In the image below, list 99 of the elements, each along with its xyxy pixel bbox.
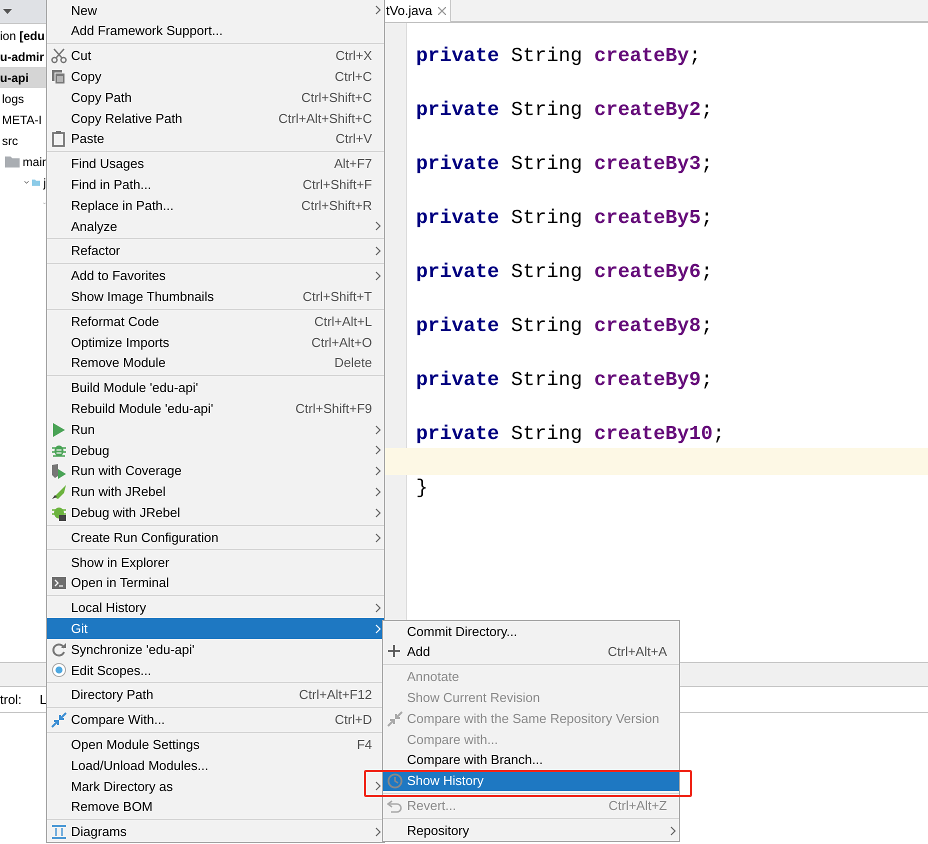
menu-item[interactable]: Find Usages Alt+F7 [47, 154, 384, 174]
shortcut-label: Ctrl+Alt+Z [608, 797, 667, 816]
shortcut-label: Ctrl+D [334, 711, 372, 730]
code-line: private String createBy9; [416, 369, 713, 391]
tree-item[interactable]: src [2, 132, 18, 150]
menu-item[interactable]: Add to Favorites [47, 266, 384, 286]
shortcut-label: Ctrl+Alt+L [314, 312, 372, 331]
dropdown-caret-icon[interactable] [3, 9, 12, 14]
coverage-icon [51, 463, 67, 480]
code-line: private String createBy2; [416, 99, 713, 121]
menu-item[interactable]: Replace in Path... Ctrl+Shift+R [47, 195, 384, 216]
menu-item[interactable]: Copy Path Ctrl+Shift+C [47, 87, 384, 108]
close-icon[interactable] [438, 7, 446, 15]
shortcut-label: Ctrl+Alt+Shift+C [278, 110, 372, 128]
menu-item[interactable]: New [47, 0, 384, 21]
shortcut-label: Ctrl+Alt+A [608, 643, 667, 662]
menu-item[interactable]: Run with Coverage [47, 460, 384, 482]
shortcut-label: Ctrl+C [334, 68, 372, 86]
menu-item[interactable]: Synchronize 'edu-api' [47, 639, 384, 660]
closing-brace: } [416, 477, 428, 499]
tree-item[interactable]: ion [edu [0, 26, 45, 44]
menu-item[interactable]: Remove BOM [47, 796, 384, 818]
menu-item[interactable]: Find in Path... Ctrl+Shift+F [47, 174, 384, 196]
menu-item[interactable]: Open in Terminal [47, 572, 384, 594]
shortcut-label: Delete [334, 354, 372, 372]
scissors-icon [51, 48, 67, 64]
menu-item[interactable]: Analyze [47, 216, 384, 237]
code-line: private String createBy3; [416, 153, 713, 175]
bug-icon [51, 504, 67, 521]
shortcut-label: Ctrl+Shift+C [301, 88, 372, 107]
menu-item[interactable]: Run [47, 419, 384, 440]
menu-item[interactable]: Add Ctrl+Alt+A [383, 642, 679, 663]
menu-item[interactable]: Rebuild Module 'edu-api' Ctrl+Shift+F9 [47, 398, 384, 420]
diagram-icon [51, 824, 67, 840]
menu-item[interactable]: Show in Explorer [47, 552, 384, 573]
menu-item[interactable]: Edit Scopes... [47, 660, 384, 681]
menu-item[interactable]: Repository [383, 820, 679, 841]
menu-item[interactable]: Show Image Thumbnails Ctrl+Shift+T [47, 286, 384, 308]
tree-item[interactable]: META-I [2, 110, 42, 128]
menu-item[interactable]: Compare with Branch... [383, 750, 679, 771]
compare-arrows-icon [387, 710, 403, 727]
menu-item[interactable]: Debug with JRebel [47, 502, 384, 524]
refresh-icon [51, 642, 67, 658]
menu-item[interactable]: Remove Module Delete [47, 352, 384, 374]
code-line: private String createBy6; [416, 261, 713, 283]
terminal-icon [51, 575, 67, 592]
copy-icon [51, 68, 67, 85]
menu-item[interactable]: Load/Unload Modules... [47, 755, 384, 776]
undo-icon [387, 798, 403, 814]
status-label: trol: [0, 690, 22, 709]
code-line: private String createBy10; [416, 423, 725, 445]
shortcut-label: Ctrl+V [336, 130, 372, 148]
menu-item[interactable]: Run with JRebel [47, 482, 384, 502]
shortcut-label: Ctrl+Shift+R [301, 196, 372, 215]
menu-item[interactable]: Commit Directory... [383, 621, 679, 642]
menu-item[interactable]: Optimize Imports Ctrl+Alt+O [47, 332, 384, 353]
shortcut-label: Ctrl+X [336, 47, 372, 66]
compare-arrows-icon [51, 712, 67, 728]
menu-item[interactable]: Refactor [47, 240, 384, 262]
tree-item[interactable]: j [43, 174, 46, 192]
menu-item[interactable]: Diagrams [47, 821, 384, 842]
menu-item[interactable]: Compare With... Ctrl+D [47, 710, 384, 730]
tree-item[interactable]: mair [22, 152, 46, 170]
menu-item[interactable]: Debug [47, 440, 384, 461]
shortcut-label: F4 [356, 736, 372, 754]
status-value: L [40, 690, 47, 709]
code-line: private String createBy5; [416, 207, 713, 229]
shortcut-label: Alt+F7 [334, 155, 372, 174]
code-line: private String createBy8; [416, 315, 713, 337]
editor-tab[interactable]: tVo.java [385, 0, 452, 22]
menu-item[interactable]: Git [47, 618, 384, 640]
menu-item[interactable]: Create Run Configuration [47, 527, 384, 548]
menu-item[interactable]: Mark Directory as [47, 776, 384, 797]
menu-item[interactable]: Copy Relative Path Ctrl+Alt+Shift+C [47, 108, 384, 129]
code-line: private String createBy; [416, 45, 701, 67]
menu-item[interactable]: Directory Path Ctrl+Alt+F12 [47, 684, 384, 706]
shortcut-label: Ctrl+Shift+F [302, 176, 372, 194]
menu-item[interactable]: Show History [383, 770, 679, 792]
menu-item[interactable]: Reformat Code Ctrl+Alt+L [47, 311, 384, 332]
menu-item[interactable]: Paste Ctrl+V [47, 128, 384, 150]
menu-item[interactable]: Cut Ctrl+X [47, 46, 384, 66]
clock-icon [387, 772, 403, 789]
menu-item[interactable]: Local History [47, 598, 384, 618]
menu-item[interactable]: Copy Ctrl+C [47, 66, 384, 88]
shortcut-label: Ctrl+Alt+F12 [299, 686, 372, 704]
tree-item[interactable]: u-admir [0, 48, 44, 66]
radio-icon [51, 662, 67, 678]
shortcut-label: Ctrl+Shift+T [302, 288, 372, 306]
menu-item[interactable]: Build Module 'edu-api' [47, 378, 384, 398]
menu-item[interactable]: Open Module Settings F4 [47, 734, 384, 756]
chevron-icon[interactable] [43, 200, 46, 207]
menu-item[interactable]: Add Framework Support... [47, 20, 384, 42]
play-icon [51, 422, 67, 438]
rocket-icon [51, 484, 67, 500]
shortcut-label: Ctrl+Shift+F9 [295, 400, 372, 418]
tree-item[interactable]: logs [2, 90, 24, 108]
shortcut-label: Ctrl+Alt+O [311, 334, 372, 352]
clipboard-icon [51, 131, 67, 148]
chevron-icon[interactable] [24, 179, 30, 186]
